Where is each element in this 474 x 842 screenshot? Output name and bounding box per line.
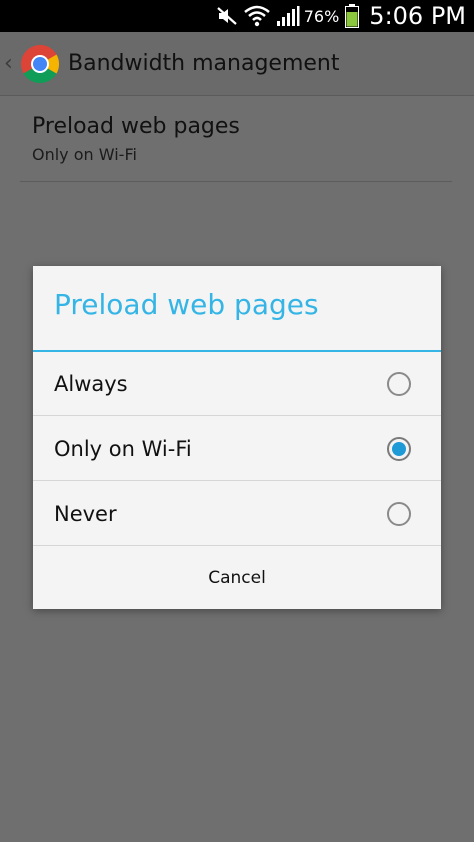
radio-button-checked[interactable] <box>387 436 411 461</box>
preference-title: Preload web pages <box>32 114 240 139</box>
signal-icon <box>276 5 300 27</box>
screen: 76% 5:06 PM ‹ Bandwidth management Prelo… <box>0 0 474 842</box>
dialog-title: Preload web pages <box>54 288 319 321</box>
option-only-on-wifi[interactable]: Only on Wi-Fi <box>33 417 441 481</box>
battery-percent: 76% <box>303 6 340 26</box>
option-label: Always <box>54 371 128 396</box>
chrome-logo-icon[interactable] <box>20 44 60 84</box>
radio-button-unchecked[interactable] <box>387 501 411 526</box>
preference-summary: Only on Wi-Fi <box>32 145 137 164</box>
action-bar: ‹ Bandwidth management <box>0 32 474 96</box>
clock: 5:06 PM <box>369 2 466 30</box>
option-label: Only on Wi-Fi <box>54 436 192 461</box>
option-always[interactable]: Always <box>33 352 441 416</box>
option-never[interactable]: Never <box>33 482 441 546</box>
back-chevron-icon[interactable]: ‹ <box>4 51 16 76</box>
radio-selected-dot <box>392 441 406 456</box>
status-bar: 76% 5:06 PM <box>0 0 474 32</box>
preload-dialog: Preload web pages Always Only on Wi-Fi N… <box>33 266 441 609</box>
wifi-icon <box>243 5 270 27</box>
option-label: Never <box>54 501 117 526</box>
mute-icon <box>216 6 238 26</box>
radio-button-unchecked[interactable] <box>387 371 411 396</box>
cancel-button[interactable]: Cancel <box>33 546 441 609</box>
action-bar-title: Bandwidth management <box>68 51 340 76</box>
preload-preference-item[interactable]: Preload web pages Only on Wi-Fi <box>20 110 452 182</box>
battery-icon <box>345 4 360 28</box>
